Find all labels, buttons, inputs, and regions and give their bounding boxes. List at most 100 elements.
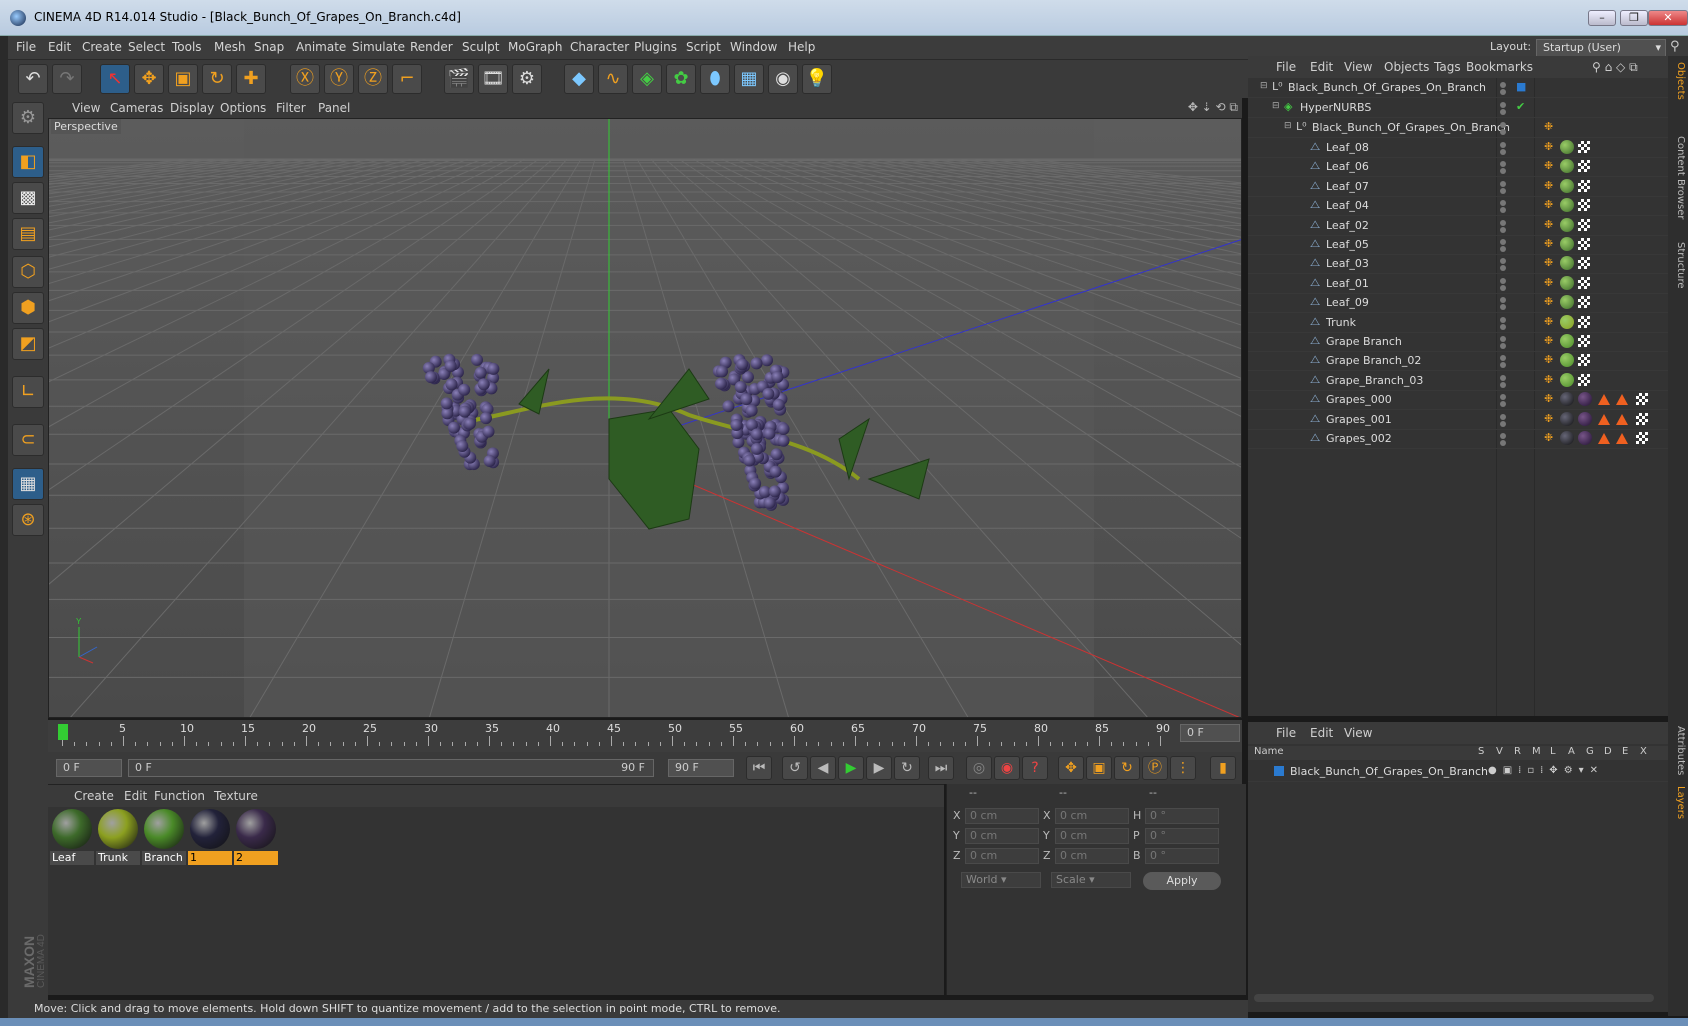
material-menu-create[interactable]: Create [74, 789, 114, 803]
material-tag-icon[interactable] [1560, 431, 1574, 445]
phong-tag-icon[interactable]: ❉ [1544, 295, 1553, 308]
object-row[interactable]: ⧍ Trunk ❉ [1248, 313, 1668, 333]
3d-viewport[interactable]: Y Perspective [48, 118, 1242, 718]
editor-visibility-dot[interactable] [1500, 239, 1506, 245]
material-tag-icon[interactable] [1560, 372, 1574, 387]
scale-tool-button[interactable]: ▣ [168, 64, 198, 94]
uvw-tag-icon[interactable] [1636, 412, 1648, 425]
size-mode-dropdown[interactable]: Scale ▾ [1051, 872, 1131, 888]
viewport-menu-filter[interactable]: Filter [276, 101, 306, 115]
workplane-mode-button[interactable]: ▤ [12, 218, 44, 250]
light-button[interactable]: 💡 [802, 64, 832, 94]
texture-mode-button[interactable]: ▩ [12, 182, 44, 214]
model-mode-button[interactable]: ◧ [12, 146, 44, 178]
z-axis-button[interactable]: Ⓩ [358, 64, 388, 94]
material-tag-icon[interactable] [1560, 256, 1574, 271]
material-tag-icon[interactable] [1560, 275, 1574, 290]
editor-visibility-dot[interactable] [1500, 374, 1506, 381]
object-menu-file[interactable]: File [1276, 60, 1296, 74]
menu-mesh[interactable]: Mesh [214, 40, 246, 54]
material-tag-icon[interactable] [1560, 198, 1574, 213]
spline-button[interactable]: ∿ [598, 64, 628, 94]
object-row[interactable]: ⧍ Leaf_06 ❉ [1248, 157, 1668, 178]
menu-mograph[interactable]: MoGraph [508, 40, 563, 54]
enabled-check-icon[interactable]: ✔ [1516, 100, 1525, 113]
material-tag-icon[interactable] [1560, 217, 1574, 232]
prev-key-button[interactable]: ↺ [782, 756, 808, 780]
material-tag-icon[interactable] [1560, 295, 1574, 310]
material-swatch[interactable]: Trunk [96, 807, 140, 865]
coord-field[interactable]: 0 cm [965, 848, 1039, 864]
keyframe-selection-button[interactable]: ? [1022, 756, 1048, 780]
make-editable-button[interactable]: ⚙ [12, 102, 44, 134]
menu-sculpt[interactable]: Sculpt [462, 40, 499, 54]
object-row[interactable]: ⧍ Leaf_04 ❉ [1248, 196, 1668, 217]
object-row[interactable]: ⧍ Leaf_05 ❉ [1248, 235, 1668, 255]
uvw-tag-icon[interactable] [1578, 218, 1590, 231]
render-visibility-dot[interactable] [1500, 265, 1506, 272]
editor-visibility-dot[interactable] [1500, 433, 1506, 439]
uvw-tag-icon[interactable] [1578, 179, 1590, 192]
material-tag-icon[interactable] [1560, 178, 1574, 193]
coord-field[interactable]: 0 cm [965, 828, 1039, 844]
material-swatch[interactable]: 2 [234, 807, 278, 865]
render-visibility-dot[interactable] [1500, 440, 1506, 446]
editor-visibility-dot[interactable] [1500, 122, 1506, 128]
play-button[interactable]: ▶ [838, 756, 864, 780]
key-rotation-button[interactable]: ↻ [1114, 756, 1140, 780]
material-menu-function[interactable]: Function [154, 789, 205, 803]
end-frame-field[interactable]: 90 F [668, 759, 734, 777]
layer-horizontal-scrollbar[interactable] [1254, 994, 1654, 1002]
editor-visibility-dot[interactable] [1500, 297, 1506, 304]
material-tag-icon[interactable] [1560, 140, 1574, 154]
layer-menu-edit[interactable]: Edit [1310, 726, 1333, 740]
phong-tag-icon[interactable]: ❉ [1544, 120, 1553, 133]
material-swatch[interactable]: 1 [188, 807, 232, 865]
render-visibility-dot[interactable] [1500, 187, 1506, 194]
viewport-menu-panel[interactable]: Panel [318, 101, 350, 115]
layout-dropdown[interactable]: Startup (User) ▾ [1536, 39, 1666, 57]
key-position-button[interactable]: ✥ [1058, 756, 1084, 780]
editor-visibility-dot[interactable] [1500, 82, 1506, 88]
coord-field[interactable]: 0 ° [1145, 828, 1219, 844]
menu-tools[interactable]: Tools [172, 40, 202, 54]
live-selection-button[interactable]: ↖ [100, 64, 130, 94]
nurbs-button[interactable]: ◈ [632, 64, 662, 94]
y-axis-button[interactable]: Ⓨ [324, 64, 354, 94]
object-row[interactable]: ⧍ Leaf_08 ❉ [1248, 138, 1668, 158]
render-visibility-dot[interactable] [1500, 323, 1506, 330]
render-visibility-dot[interactable] [1500, 343, 1506, 349]
polygons-mode-button[interactable]: ◩ [12, 328, 44, 360]
menu-animate[interactable]: Animate [296, 40, 346, 54]
material-tag-icon[interactable] [1560, 237, 1574, 251]
render-settings-button[interactable]: ⚙ [512, 64, 542, 94]
maximize-button[interactable]: ❐ [1620, 10, 1648, 26]
soft-selection-button[interactable]: ⊛ [12, 504, 44, 536]
menu-snap[interactable]: Snap [254, 40, 284, 54]
render-visibility-dot[interactable] [1500, 109, 1506, 115]
menu-select[interactable]: Select [128, 40, 165, 54]
render-visibility-dot[interactable] [1500, 207, 1506, 214]
menu-window[interactable]: Window [730, 40, 777, 54]
uvw-tag-icon[interactable] [1578, 315, 1590, 328]
material-swatch[interactable]: Leaf [50, 807, 94, 865]
redo-button[interactable]: ↷ [52, 64, 82, 94]
object-row[interactable]: ⊟ L⁰ Black_Bunch_Of_Grapes_On_Branch ■ [1248, 78, 1668, 98]
record-keys-button[interactable]: ◎ [966, 756, 992, 780]
tab-content-browser[interactable]: Content Browser [1670, 136, 1686, 219]
phong-tag-icon[interactable]: ❉ [1544, 431, 1553, 444]
minimize-button[interactable]: – [1588, 10, 1616, 26]
editor-visibility-dot[interactable] [1500, 413, 1506, 420]
key-scale-button[interactable]: ▣ [1086, 756, 1112, 780]
workplane-lock-button[interactable]: ▦ [12, 468, 44, 500]
editor-visibility-dot[interactable] [1500, 316, 1506, 323]
phong-tag-icon[interactable]: ❉ [1544, 276, 1553, 289]
material-tag-icon[interactable] [1560, 334, 1574, 348]
object-row[interactable]: ⧍ Leaf_09 ❉ [1248, 293, 1668, 314]
key-pla-button[interactable]: ⋮ [1170, 756, 1196, 780]
viewport-nav-icons[interactable]: ✥ ⇣ ⟲ ⧉ [1188, 100, 1238, 115]
menu-simulate[interactable]: Simulate [352, 40, 405, 54]
object-row[interactable]: ⧍ Leaf_02 ❉ [1248, 216, 1668, 236]
tab-attributes[interactable]: Attributes [1670, 726, 1686, 775]
material-tag-icon[interactable] [1578, 411, 1592, 426]
